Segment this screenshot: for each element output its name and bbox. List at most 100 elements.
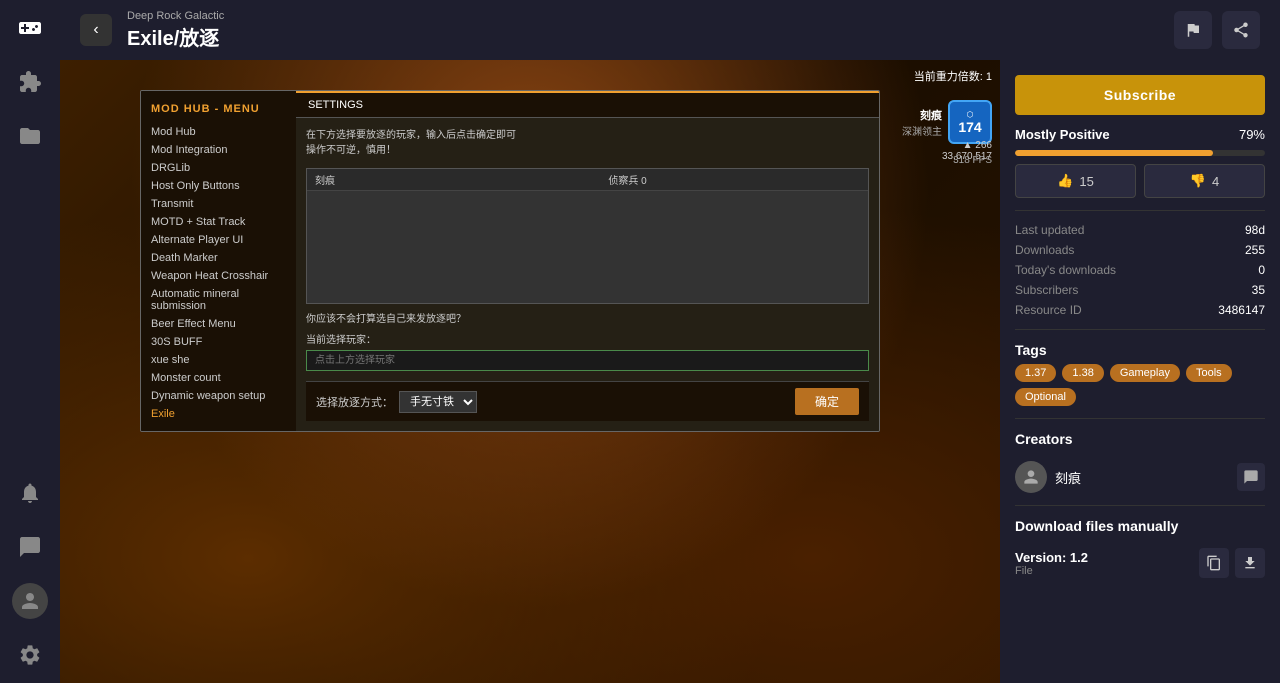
rating-percentage: 79% (1239, 127, 1265, 142)
modhub-item-weapon-heat[interactable]: Weapon Heat Crosshair (141, 267, 296, 285)
hud-fps: 318 FPS (953, 155, 992, 166)
sidebar (0, 0, 60, 683)
modhub-item-30s-buff[interactable]: 30S BUFF (141, 333, 296, 351)
modhub-footer: 选择放逐方式： 手无寸铁 确定 (306, 381, 869, 421)
modhub-item-host-buttons[interactable]: Host Only Buttons (141, 177, 296, 195)
divider-2 (1015, 329, 1265, 330)
modhub-item-drglib[interactable]: DRGLib (141, 159, 296, 177)
modhub-item-motd[interactable]: MOTD + Stat Track (141, 213, 296, 231)
modhub-settings-tab[interactable]: SETTINGS (296, 91, 879, 118)
mod-title: Exile/放逐 (127, 22, 1159, 51)
sidebar-item-puzzle[interactable] (12, 64, 48, 100)
hud-stats: ▲ 266 33,670,517 (942, 140, 992, 162)
modhub-confirm-button[interactable]: 确定 (795, 388, 859, 415)
modhub-player-input[interactable] (306, 350, 869, 371)
game-panel: 当前重力倍数: 1 刻痕 深渊领主 ⬡ 174 ▲ 266 (60, 60, 1000, 683)
thumbs-down-icon: 👎 (1190, 173, 1206, 189)
topbar: ‹ Deep Rock Galactic Exile/放逐 (60, 0, 1280, 60)
hud-player-info: 刻痕 深渊领主 ⬡ 174 (902, 100, 992, 144)
tag-tools[interactable]: Tools (1186, 364, 1232, 382)
copy-link-button[interactable] (1199, 548, 1229, 578)
downloads-val: 255 (1218, 243, 1265, 257)
modhub-item-alt-player-ui[interactable]: Alternate Player UI (141, 231, 296, 249)
modhub-scout-count: 侦察兵 0 (395, 172, 860, 187)
thumbs-up-icon: 👍 (1057, 173, 1073, 189)
modhub-content: 在下方选择要放逐的玩家，输入后点击确定即可 操作不可逆，慎用！ 刻痕 侦察兵 0… (296, 118, 879, 431)
sidebar-item-bell[interactable] (12, 475, 48, 511)
downloads-key: Downloads (1015, 243, 1208, 257)
hud-player-role: 深渊领主 (902, 123, 942, 138)
divider-4 (1015, 505, 1265, 506)
tag-1-38[interactable]: 1.38 (1062, 364, 1103, 382)
subscribe-button[interactable]: Subscribe (1015, 75, 1265, 115)
rating-bar (1015, 150, 1265, 156)
modhub-item-xue-she[interactable]: xue she (141, 351, 296, 369)
modhub-player-col: 刻痕 (315, 172, 395, 187)
creators-section: Creators 刻痕 (1015, 431, 1265, 493)
modhub-item-integration[interactable]: Mod Integration (141, 141, 296, 159)
last-updated-val: 98d (1218, 223, 1265, 237)
version-info: Version: 1.2 File (1015, 550, 1088, 577)
back-button[interactable]: ‹ (80, 14, 112, 46)
modhub-main: SETTINGS 在下方选择要放逐的玩家，输入后点击确定即可 操作不可逆，慎用！… (296, 91, 879, 431)
modhub-description: 在下方选择要放逐的玩家，输入后点击确定即可 操作不可逆，慎用！ (306, 128, 869, 158)
modhub-item-exile[interactable]: Exile (141, 405, 296, 423)
modhub-item-transmit[interactable]: Transmit (141, 195, 296, 213)
right-panel: Subscribe Mostly Positive 79% 👍 15 👎 (1000, 60, 1280, 683)
modhub-title: MOD HUB - MENU (141, 99, 296, 123)
version-row: Version: 1.2 File (1015, 548, 1265, 578)
rating-header: Mostly Positive 79% (1015, 127, 1265, 142)
todays-downloads-val: 0 (1218, 263, 1265, 277)
hud-player-name: 刻痕 (902, 107, 942, 123)
subscribers-key: Subscribers (1015, 283, 1208, 297)
main-content: ‹ Deep Rock Galactic Exile/放逐 当前重力倍数: 1 (60, 0, 1280, 683)
sidebar-item-gamepad[interactable] (12, 10, 48, 46)
modhub-item-mineral[interactable]: Automatic mineral submission (141, 285, 296, 315)
creators-title: Creators (1015, 431, 1265, 447)
game-subtitle: Deep Rock Galactic (127, 10, 1159, 22)
hud-multiplier: 当前重力倍数: 1 (914, 68, 992, 84)
modhub-exile-method: 选择放逐方式： 手无寸铁 (316, 391, 477, 413)
last-updated-key: Last updated (1015, 223, 1208, 237)
avatar[interactable] (12, 583, 48, 619)
version-number: Version: 1.2 (1015, 550, 1088, 565)
game-screenshot: 当前重力倍数: 1 刻痕 深渊领主 ⬡ 174 ▲ 266 (60, 60, 1000, 683)
tag-1-37[interactable]: 1.37 (1015, 364, 1056, 382)
creator-name: 刻痕 (1055, 468, 1229, 487)
content-area: 当前重力倍数: 1 刻痕 深渊领主 ⬡ 174 ▲ 266 (60, 60, 1280, 683)
modhub-bottom-text: 你应该不会打算选自己来发放逐吧？ (306, 310, 869, 325)
hud-level-num: 174 (958, 119, 981, 135)
rating-bar-fill (1015, 150, 1213, 156)
todays-downloads-key: Today's downloads (1015, 263, 1208, 277)
hud-player-name-area: 刻痕 深渊领主 (902, 107, 942, 138)
rating-label: Mostly Positive (1015, 127, 1110, 142)
modhub-exile-dropdown[interactable]: 手无寸铁 (399, 391, 477, 413)
sidebar-item-folder[interactable] (12, 118, 48, 154)
modhub-item-beer[interactable]: Beer Effect Menu (141, 315, 296, 333)
vote-buttons: 👍 15 👎 4 (1015, 164, 1265, 198)
creator-avatar[interactable] (1015, 461, 1047, 493)
creator-message-button[interactable] (1237, 463, 1265, 491)
tags-section: Tags 1.37 1.38 Gameplay Tools Optional (1015, 342, 1265, 406)
flag-button[interactable] (1174, 11, 1212, 49)
tag-gameplay[interactable]: Gameplay (1110, 364, 1180, 382)
thumbs-down-count: 4 (1212, 174, 1219, 189)
hud-level-badge: ⬡ 174 (948, 100, 992, 144)
thumbs-up-button[interactable]: 👍 15 (1015, 164, 1136, 198)
modhub-player-section: 刻痕 侦察兵 0 (306, 168, 869, 304)
modhub-item-modhub[interactable]: Mod Hub (141, 123, 296, 141)
modhub-overlay: MOD HUB - MENU Mod Hub Mod Integration D… (140, 90, 880, 432)
divider-1 (1015, 210, 1265, 211)
info-grid: Last updated 98d Downloads 255 Today's d… (1015, 223, 1265, 317)
modhub-item-dynamic-weapon[interactable]: Dynamic weapon setup (141, 387, 296, 405)
share-button[interactable] (1222, 11, 1260, 49)
modhub-sidebar: MOD HUB - MENU Mod Hub Mod Integration D… (141, 91, 296, 431)
sidebar-item-settings[interactable] (12, 637, 48, 673)
download-file-button[interactable] (1235, 548, 1265, 578)
modhub-item-monster-count[interactable]: Monster count (141, 369, 296, 387)
topbar-actions (1174, 11, 1260, 49)
modhub-item-death-marker[interactable]: Death Marker (141, 249, 296, 267)
sidebar-item-chat[interactable] (12, 529, 48, 565)
tag-optional[interactable]: Optional (1015, 388, 1076, 406)
thumbs-down-button[interactable]: 👎 4 (1144, 164, 1265, 198)
